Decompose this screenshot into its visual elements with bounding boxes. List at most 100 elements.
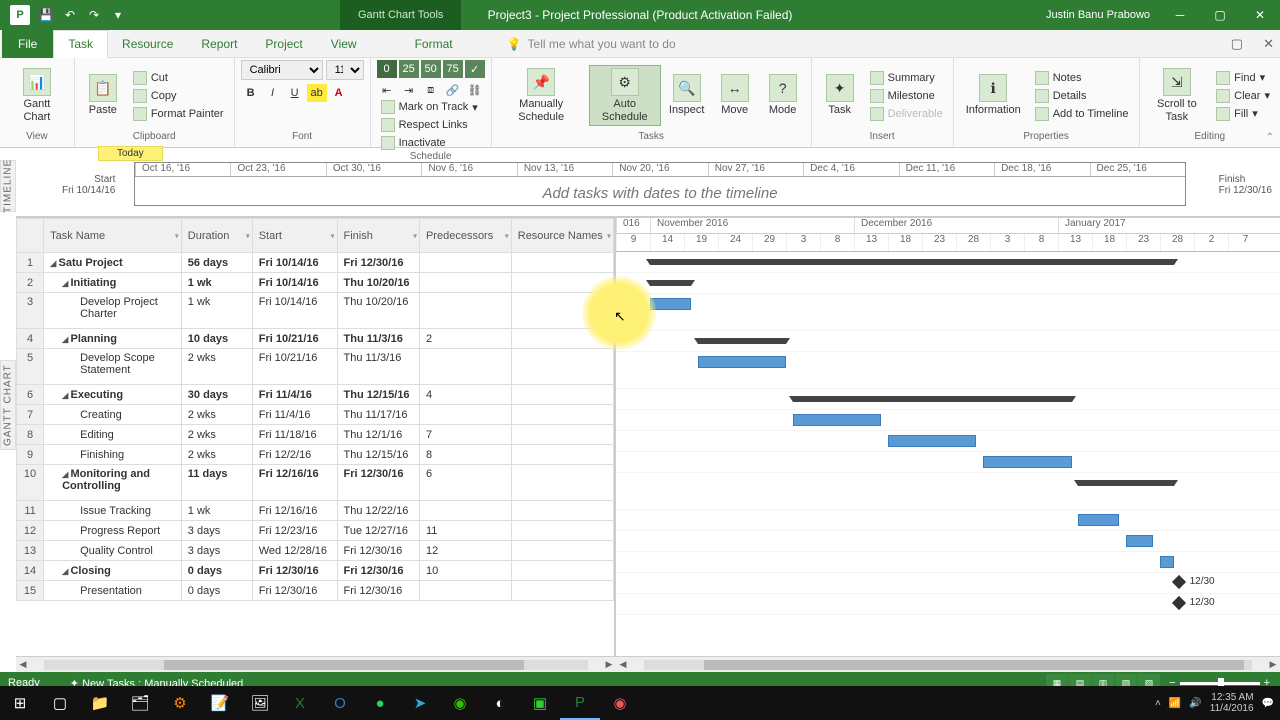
gantt-bar[interactable] (698, 356, 786, 368)
ribbon-close-icon[interactable]: ✕ (1263, 36, 1274, 52)
notifications-icon[interactable]: 💬 (1262, 698, 1274, 709)
col-resource[interactable]: Resource Names▾ (511, 219, 613, 253)
ribbon-restore-icon[interactable]: ▢ (1231, 36, 1243, 52)
chart-row[interactable] (616, 531, 1280, 552)
table-row[interactable]: 8Editing2 wksFri 11/18/16Thu 12/1/167 (17, 425, 614, 445)
table-row[interactable]: 15Presentation0 daysFri 12/30/16Fri 12/3… (17, 581, 614, 601)
chart-row[interactable] (616, 552, 1280, 573)
add-to-timeline-button[interactable]: Add to Timeline (1031, 106, 1133, 122)
explorer-icon[interactable]: 🗂 (120, 686, 160, 720)
mark-on-track-button[interactable]: Mark on Track ▾ (377, 99, 482, 115)
wifi-icon[interactable]: 📶 (1169, 698, 1181, 709)
pct0-button[interactable]: 0 (377, 60, 397, 78)
table-row[interactable]: 12Progress Report3 daysFri 12/23/16Tue 1… (17, 521, 614, 541)
redo-icon[interactable]: ↷ (86, 7, 102, 23)
bold-button[interactable]: B (241, 84, 261, 102)
move-button[interactable]: ↔Move (713, 72, 757, 118)
font-color-button[interactable]: A (329, 84, 349, 102)
tab-project[interactable]: Project (251, 30, 316, 58)
timeline-axis[interactable]: Oct 16, '16Oct 23, '16Oct 30, '16Nov 6, … (134, 162, 1186, 206)
milestone-marker[interactable] (1172, 596, 1186, 610)
notes-button[interactable]: Notes (1031, 70, 1133, 86)
chart-row[interactable] (616, 473, 1280, 510)
collapse-ribbon-icon[interactable]: ⌃ (1266, 132, 1274, 143)
timeline-panel[interactable]: Today StartFri 10/14/16 Oct 16, '16Oct 2… (16, 148, 1280, 218)
font-size-select[interactable]: 11 (326, 60, 364, 80)
tab-task[interactable]: Task (53, 30, 108, 58)
table-row[interactable]: 1Satu Project56 daysFri 10/14/16Fri 12/3… (17, 253, 614, 273)
chart-row[interactable] (616, 352, 1280, 389)
col-start[interactable]: Start▾ (252, 219, 337, 253)
gantt-bar[interactable] (1078, 514, 1119, 526)
underline-button[interactable]: U (285, 84, 305, 102)
unlink-button[interactable]: ⛓ (465, 81, 485, 99)
pct75-button[interactable]: 75 (443, 60, 463, 78)
scroll-to-task-button[interactable]: ⇲Scroll to Task (1146, 66, 1209, 124)
user-name[interactable]: Justin Banu Prabowo (1046, 9, 1150, 21)
tab-report[interactable]: Report (187, 30, 251, 58)
summary-button[interactable]: Summary (866, 70, 947, 86)
split-task-button[interactable]: ⧈ (421, 81, 441, 99)
manually-schedule-button[interactable]: 📌Manually Schedule (498, 66, 585, 124)
chrome-icon[interactable]: ◐ (480, 686, 520, 720)
chart-hscroll[interactable]: ◀ ▶ (616, 656, 1280, 672)
gantt-bar[interactable] (650, 259, 1174, 265)
project-taskbar-icon[interactable]: P (560, 686, 600, 720)
app-icon[interactable]: ▣ (520, 686, 560, 720)
chart-row[interactable] (616, 389, 1280, 410)
milestone-button[interactable]: Milestone (866, 88, 947, 104)
chart-row[interactable] (616, 452, 1280, 473)
indent-button[interactable]: ⇥ (399, 81, 419, 99)
col-duration[interactable]: Duration▾ (181, 219, 252, 253)
scroll-right-icon[interactable]: ▶ (602, 659, 616, 670)
table-row[interactable]: 10Monitoring and Controlling11 daysFri 1… (17, 465, 614, 501)
gantt-bar[interactable] (650, 280, 691, 286)
insert-task-button[interactable]: ✦Task (818, 72, 862, 118)
copy-button[interactable]: Copy (129, 88, 228, 104)
font-name-select[interactable]: Calibri (241, 60, 323, 80)
gantt-bar[interactable] (1160, 556, 1174, 568)
table-row[interactable]: 6Executing30 daysFri 11/4/16Thu 12/15/16… (17, 385, 614, 405)
chart-row[interactable] (616, 331, 1280, 352)
link-button[interactable]: 🔗 (443, 81, 463, 99)
gantt-bar[interactable] (650, 298, 691, 310)
tab-view[interactable]: View (317, 30, 371, 58)
task-view-icon[interactable]: ▢ (40, 686, 80, 720)
respect-links-button[interactable]: Respect Links (377, 117, 482, 133)
clear-button[interactable]: Clear ▾ (1212, 88, 1274, 104)
highlight-color-button[interactable]: ab (307, 84, 327, 102)
chart-row[interactable] (616, 273, 1280, 294)
scroll-right-icon[interactable]: ▶ (1266, 659, 1280, 670)
italic-button[interactable]: I (263, 84, 283, 102)
auto-schedule-button[interactable]: ⚙Auto Schedule (589, 65, 661, 125)
gantt-bar[interactable] (1078, 480, 1173, 486)
table-row[interactable]: 11Issue Tracking1 wkFri 12/16/16Thu 12/2… (17, 501, 614, 521)
notes-app-icon[interactable]: 📝 (200, 686, 240, 720)
pct25-button[interactable]: 25 (399, 60, 419, 78)
telegram-icon[interactable]: ➤ (400, 686, 440, 720)
chart-row[interactable] (616, 510, 1280, 531)
gantt-bar[interactable] (1126, 535, 1153, 547)
milestone-marker[interactable] (1172, 575, 1186, 589)
fill-button[interactable]: Fill ▾ (1212, 106, 1274, 122)
clock[interactable]: 12:35 AM11/4/2016 (1210, 692, 1254, 714)
gantt-bar[interactable] (793, 396, 1072, 402)
excel-icon[interactable]: X (280, 686, 320, 720)
gantt-bar[interactable] (793, 414, 881, 426)
gantt-bar[interactable] (698, 338, 786, 344)
zoom-slider[interactable] (1180, 682, 1260, 685)
chart-row[interactable]: 12/30 (616, 573, 1280, 594)
pct50-button[interactable]: 50 (421, 60, 441, 78)
file-explorer-icon[interactable]: 📁 (80, 686, 120, 720)
timeline-panel-label[interactable]: TIMELINE (0, 160, 16, 212)
camtasia-icon[interactable]: ◉ (600, 686, 640, 720)
chart-row[interactable] (616, 294, 1280, 331)
table-row[interactable]: 3Develop Project Charter1 wkFri 10/14/16… (17, 293, 614, 329)
col-task-name[interactable]: Task Name▾ (44, 219, 182, 253)
start-button[interactable]: ⊞ (0, 686, 40, 720)
system-tray[interactable]: ˄ 📶 🔊 12:35 AM11/4/2016 💬 (1155, 692, 1274, 714)
outdent-button[interactable]: ⇤ (377, 81, 397, 99)
gantt-panel-label[interactable]: GANTT CHART (0, 360, 16, 450)
line-icon[interactable]: ◉ (440, 686, 480, 720)
table-row[interactable]: 4Planning10 daysFri 10/21/16Thu 11/3/162 (17, 329, 614, 349)
